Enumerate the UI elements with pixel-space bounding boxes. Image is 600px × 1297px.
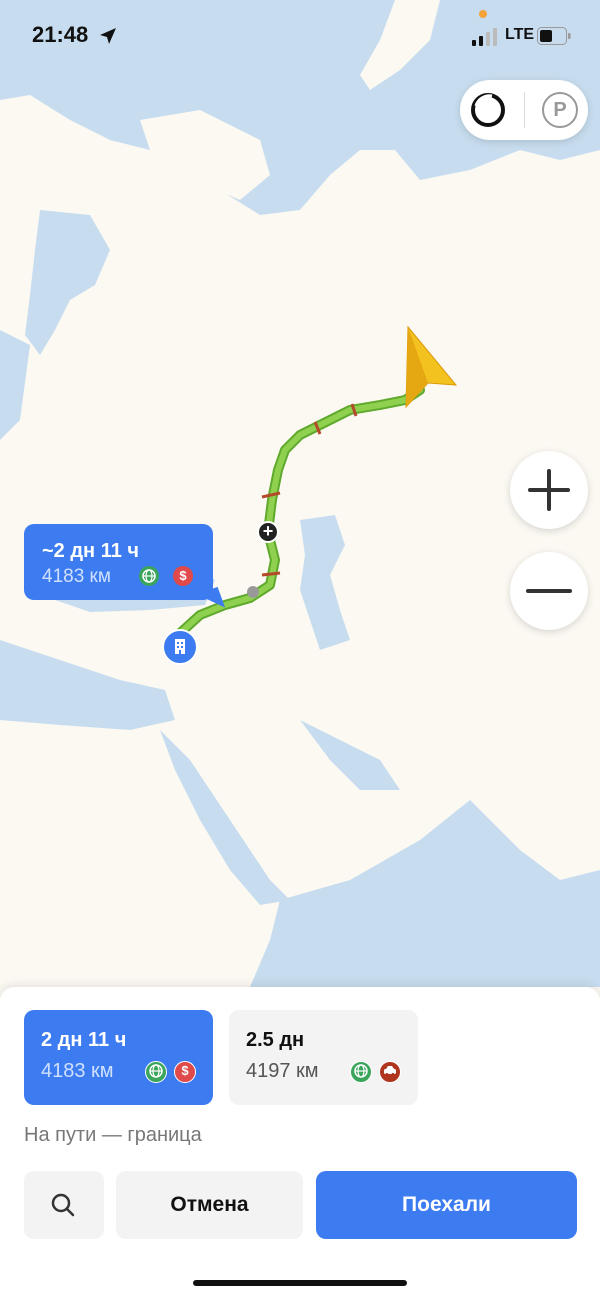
- network-type: LTE: [505, 26, 535, 43]
- cancel-button[interactable]: Отмена: [116, 1171, 303, 1239]
- route-option-1[interactable]: 2 дн 11 ч 4183 км $: [24, 1010, 213, 1105]
- route-bubble-time: ~2 дн 11 ч: [42, 540, 140, 562]
- destination-building-icon[interactable]: [162, 629, 198, 665]
- plus-icon: [528, 469, 570, 511]
- pill-divider: [524, 92, 525, 128]
- current-location-arrow-icon: [405, 325, 458, 409]
- minus-icon: [526, 589, 572, 593]
- status-time: 21:48: [32, 22, 89, 47]
- zoom-out-button[interactable]: [510, 552, 588, 630]
- car-ferry-icon: [379, 1061, 401, 1083]
- route-option-time: 2 дн 11 ч: [41, 1029, 127, 1051]
- privacy-indicator-dot: [479, 10, 487, 18]
- zoom-in-button[interactable]: [510, 451, 588, 529]
- route-bubble-distance: 4183 км: [42, 566, 111, 587]
- toll-dollar-icon: $: [173, 566, 193, 586]
- route-option-time: 2.5 дн: [246, 1029, 305, 1051]
- go-button[interactable]: Поехали: [316, 1171, 577, 1239]
- alice-assistant-icon[interactable]: [470, 92, 506, 128]
- globe-icon: [350, 1061, 372, 1083]
- search-button[interactable]: [24, 1171, 104, 1239]
- route-note: На пути — граница: [24, 1124, 202, 1146]
- location-services-icon: [100, 28, 116, 44]
- home-indicator[interactable]: [193, 1280, 407, 1286]
- toll-dollar-icon: $: [174, 1061, 196, 1083]
- status-bar: 21:48 LTE: [0, 0, 600, 70]
- route-panel: 2 дн 11 ч 4183 км $ 2.5 дн 4197 км На пу…: [0, 987, 600, 1297]
- route-option-distance: 4183 км: [41, 1060, 114, 1082]
- search-icon: [51, 1193, 75, 1217]
- battery-icon: [537, 27, 571, 45]
- route-option-distance: 4197 км: [246, 1060, 319, 1082]
- route-bubble[interactable]: ~2 дн 11 ч 4183 км $: [24, 524, 213, 600]
- route-option-2[interactable]: 2.5 дн 4197 км: [229, 1010, 418, 1105]
- globe-icon: [145, 1061, 167, 1083]
- parking-icon[interactable]: P: [542, 92, 578, 128]
- waypoint-plus-icon[interactable]: +: [257, 521, 279, 543]
- globe-icon: [139, 566, 159, 586]
- signal-strength-icon: [472, 28, 497, 46]
